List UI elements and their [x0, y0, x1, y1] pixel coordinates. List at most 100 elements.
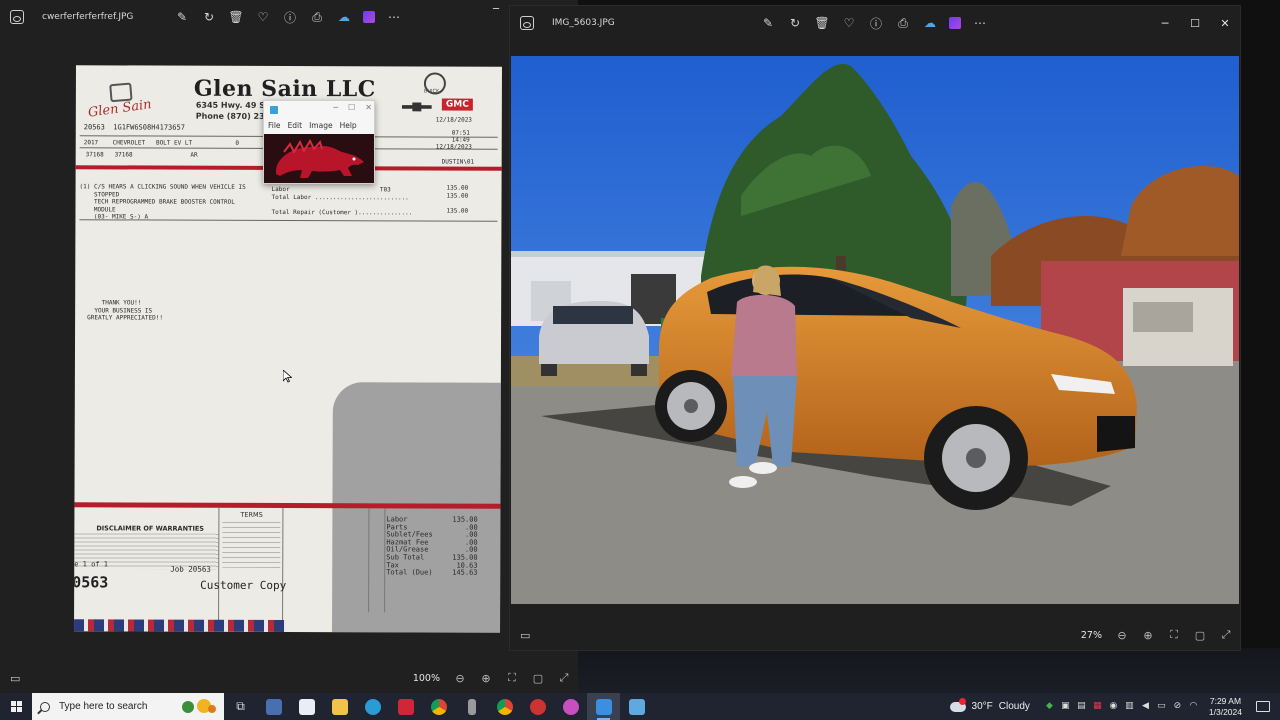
minimize-icon[interactable]: ─ [333, 103, 338, 112]
actual-size-icon[interactable]: ▢ [1194, 629, 1206, 642]
paint-app-icon [270, 105, 278, 114]
menu-edit[interactable]: Edit [288, 121, 303, 130]
menu-help[interactable]: Help [340, 121, 357, 130]
favorite-icon[interactable]: ♡ [255, 9, 271, 25]
ro-number-large: 0563 [74, 573, 109, 592]
shield-icon[interactable]: ⊘ [1172, 701, 1183, 712]
more-icon[interactable]: ⋯ [386, 9, 402, 25]
print-icon[interactable]: ⎙ [895, 15, 911, 31]
folder-icon [331, 698, 348, 715]
advisor: DUSTIN\01 [441, 158, 475, 166]
chrome-app[interactable] [422, 693, 455, 720]
battery-icon[interactable]: ▭ [1156, 701, 1167, 712]
chevrolet-logo-icon [402, 102, 432, 111]
clipchamp-icon[interactable] [363, 11, 375, 23]
close-icon[interactable]: ✕ [365, 103, 372, 112]
labor-amounts: 135.00 135.00 135.00 [446, 184, 469, 215]
filmstrip-icon[interactable]: ▭ [520, 629, 530, 642]
zoom-in-icon[interactable]: ⊕ [480, 672, 492, 685]
rotate-icon[interactable]: ↻ [201, 9, 217, 25]
thank-you-text: THANK YOU!! YOUR BUSINESS IS GREATLY APP… [87, 299, 163, 322]
gmc-logo: GMC [441, 98, 473, 111]
buick-label: BUICK [423, 88, 440, 95]
delete-icon[interactable]: 🗑 [228, 9, 244, 25]
more-icon[interactable]: ⋯ [972, 15, 988, 31]
customer-copy-label: Customer Copy [200, 578, 287, 592]
photos-window-right: IMG_5603.JPG ✎ ↻ 🗑 ♡ ⓘ ⎙ ☁ ⋯ ─ ☐ ✕ ▭ 27%… [510, 6, 1240, 650]
tray-green-icon[interactable]: ◆ [1044, 701, 1055, 712]
fullscreen-icon[interactable]: ⤢ [558, 671, 570, 685]
bottom-bar: ▭ 100% ⊖ ⊕ ⛶ ▢ ⤢ [0, 663, 578, 693]
clock[interactable]: 7:29 AM 1/3/2024 [1209, 696, 1242, 718]
red-band-bottom [74, 502, 501, 509]
zoom-out-icon[interactable]: ⊖ [454, 672, 466, 685]
media-icon [529, 698, 546, 715]
print-icon[interactable]: ⎙ [309, 9, 325, 25]
paint-mini-window[interactable]: ─ ☐ ✕ File Edit Image Help [263, 100, 375, 184]
paint-app[interactable] [620, 693, 653, 720]
edge-app[interactable] [356, 693, 389, 720]
mini-menu-bar: File Edit Image Help [264, 118, 374, 132]
zoom-in-icon[interactable]: ⊕ [1142, 629, 1154, 642]
maximize-button[interactable]: ☐ [1180, 17, 1210, 30]
file-explorer-app[interactable] [323, 693, 356, 720]
chrome-icon [430, 698, 447, 715]
tray-network-icon[interactable]: ▤ [1076, 701, 1087, 712]
fit-to-window-icon[interactable]: ⛶ [506, 671, 518, 685]
tray-app-icon[interactable]: ▣ [1060, 701, 1071, 712]
info-icon[interactable]: ⓘ [868, 15, 884, 31]
minimize-button[interactable]: ─ [493, 4, 499, 15]
delete-icon[interactable]: 🗑 [814, 15, 830, 31]
menu-image[interactable]: Image [309, 121, 333, 130]
date-out: 12/18/2023 [435, 143, 472, 151]
start-button[interactable] [0, 693, 32, 720]
quicken-app[interactable] [389, 693, 422, 720]
quicken-icon [397, 698, 414, 715]
clipchamp-icon[interactable] [949, 17, 961, 29]
fullscreen-icon[interactable]: ⤢ [1220, 628, 1232, 642]
task-view-button[interactable]: ⧉ [224, 693, 257, 720]
rotate-icon[interactable]: ↻ [787, 15, 803, 31]
weather-widget[interactable]: 30°F Cloudy [949, 697, 1030, 712]
zoom-level[interactable]: 100% [413, 673, 440, 684]
tray-red-icon[interactable]: ▦ [1092, 701, 1103, 712]
windows-logo-icon [10, 701, 22, 712]
zoom-level[interactable]: 27% [1081, 630, 1102, 641]
chrome-icon [496, 698, 513, 715]
menu-file[interactable]: File [268, 121, 281, 130]
filmstrip-icon[interactable]: ▭ [10, 672, 20, 685]
info-icon[interactable]: ⓘ [282, 9, 298, 25]
divider [282, 507, 284, 632]
totals-labels: Labor Parts Sublet/Fees Hazmat Fee Oil/G… [386, 515, 433, 577]
edge-icon [364, 698, 381, 715]
calculator-icon [265, 698, 282, 715]
razorback-hog-icon [264, 134, 374, 183]
media-app[interactable] [521, 693, 554, 720]
music-app[interactable] [554, 693, 587, 720]
chrome-profile-app[interactable] [488, 693, 521, 720]
edit-icon[interactable]: ✎ [760, 15, 776, 31]
actual-size-icon[interactable]: ▢ [532, 672, 544, 685]
onedrive-icon[interactable]: ☁ [922, 15, 938, 31]
zoom-out-icon[interactable]: ⊖ [1116, 629, 1128, 642]
minimize-button[interactable]: ─ [1150, 17, 1180, 30]
search-box[interactable]: Type here to search [32, 693, 224, 720]
photos-app[interactable] [587, 693, 620, 720]
tray-chrome-icon[interactable]: ◉ [1108, 701, 1119, 712]
notifications-icon[interactable] [1256, 701, 1270, 712]
fit-to-window-icon[interactable]: ⛶ [1168, 628, 1180, 642]
close-button[interactable]: ✕ [1210, 17, 1240, 30]
volume-icon[interactable]: ◀ [1140, 701, 1151, 712]
totals-values: 135.00 .00 .00 .00 .00 135.00 10.63 145.… [452, 515, 478, 577]
tray-folder-icon[interactable]: ▥ [1124, 701, 1135, 712]
music-icon [562, 698, 579, 715]
onedrive-icon[interactable]: ☁ [336, 9, 352, 25]
edit-icon[interactable]: ✎ [174, 9, 190, 25]
gmail-app[interactable] [290, 693, 323, 720]
maximize-icon[interactable]: ☐ [348, 103, 355, 112]
calculator-app[interactable] [257, 693, 290, 720]
photos-app-icon [520, 16, 534, 30]
usb-app[interactable] [455, 693, 488, 720]
wifi-icon[interactable]: ◠ [1188, 701, 1199, 712]
favorite-icon[interactable]: ♡ [841, 15, 857, 31]
